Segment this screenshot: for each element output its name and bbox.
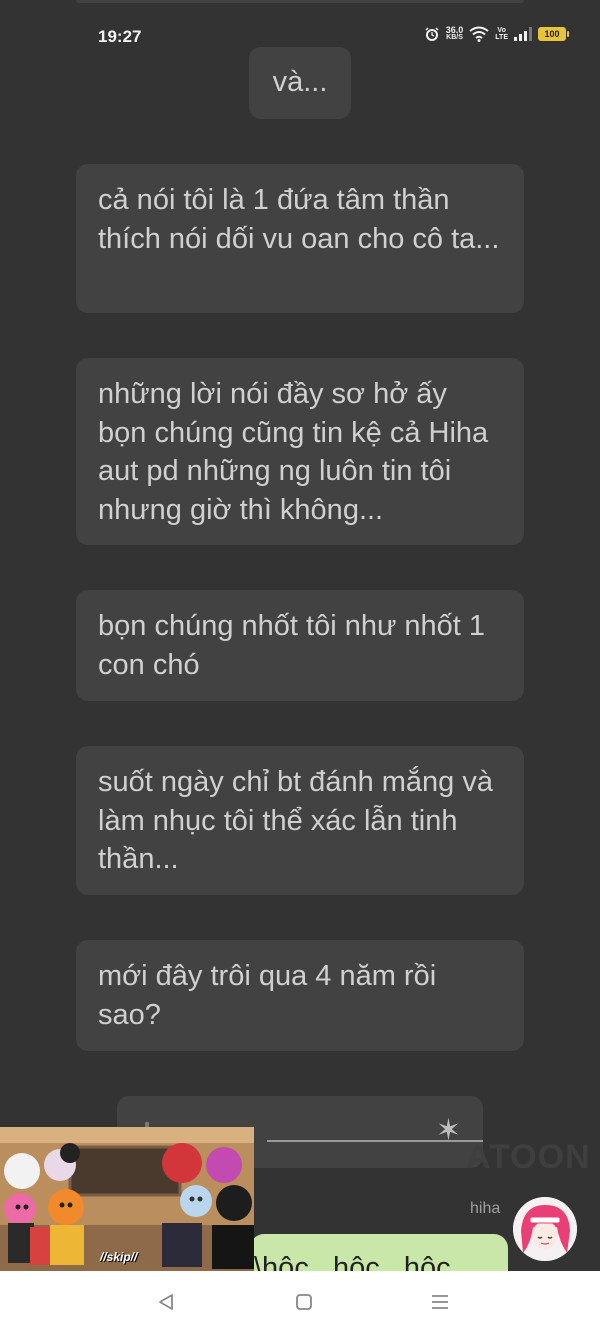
menu-lines-icon bbox=[432, 1295, 448, 1309]
alarm-icon bbox=[425, 27, 439, 41]
menu-button[interactable] bbox=[425, 1290, 455, 1314]
status-time: 19:27 bbox=[98, 27, 142, 46]
chat-bubble: bọn chúng nhốt tôi như nhốt 1 con chó bbox=[76, 590, 524, 701]
back-triangle-icon bbox=[159, 1294, 173, 1310]
avatar-image bbox=[513, 1197, 577, 1261]
volte-top: Vo bbox=[497, 27, 506, 34]
wifi-icon bbox=[469, 26, 489, 42]
chat-bubble: cả nói tôi là 1 đứa tâm thần thích nói d… bbox=[76, 164, 524, 313]
navigation-bar bbox=[0, 1271, 600, 1333]
home-button[interactable] bbox=[289, 1290, 319, 1314]
volte-bottom: LTE bbox=[495, 34, 508, 41]
battery-indicator: 100 bbox=[538, 27, 569, 41]
chat-bubble: những lời nói đầy sơ hở ấy bọn chúng cũn… bbox=[76, 358, 524, 545]
back-button[interactable] bbox=[151, 1290, 181, 1314]
chat-bubble: và... bbox=[249, 47, 351, 119]
home-square-icon bbox=[296, 1294, 312, 1310]
network-speed-value: 36.0 bbox=[445, 25, 464, 35]
app-watermark: ATOON bbox=[466, 1138, 591, 1176]
skip-label: //skip// bbox=[100, 1250, 138, 1264]
status-icons: 36.0 KB/S Vo LTE 100 bbox=[424, 26, 569, 42]
chat-bubble: suốt ngày chỉ bt đánh mắng và làm nhục t… bbox=[76, 746, 524, 895]
network-speed: 36.0 KB/S bbox=[446, 26, 464, 42]
reply-bubble: \hôc...hôc...hôc bbox=[250, 1234, 508, 1274]
sender-name: hiha bbox=[470, 1200, 501, 1217]
video-thumbnail[interactable]: //skip// bbox=[0, 1127, 254, 1271]
network-speed-unit: KB/S bbox=[446, 34, 463, 41]
signal-icon bbox=[514, 27, 532, 41]
volte-indicator: Vo LTE bbox=[495, 27, 508, 41]
star-icon: ✶ bbox=[435, 1114, 461, 1147]
avatar[interactable] bbox=[513, 1197, 577, 1261]
chat-bubble: mới đây trôi qua 4 năm rồi sao? bbox=[76, 940, 524, 1051]
